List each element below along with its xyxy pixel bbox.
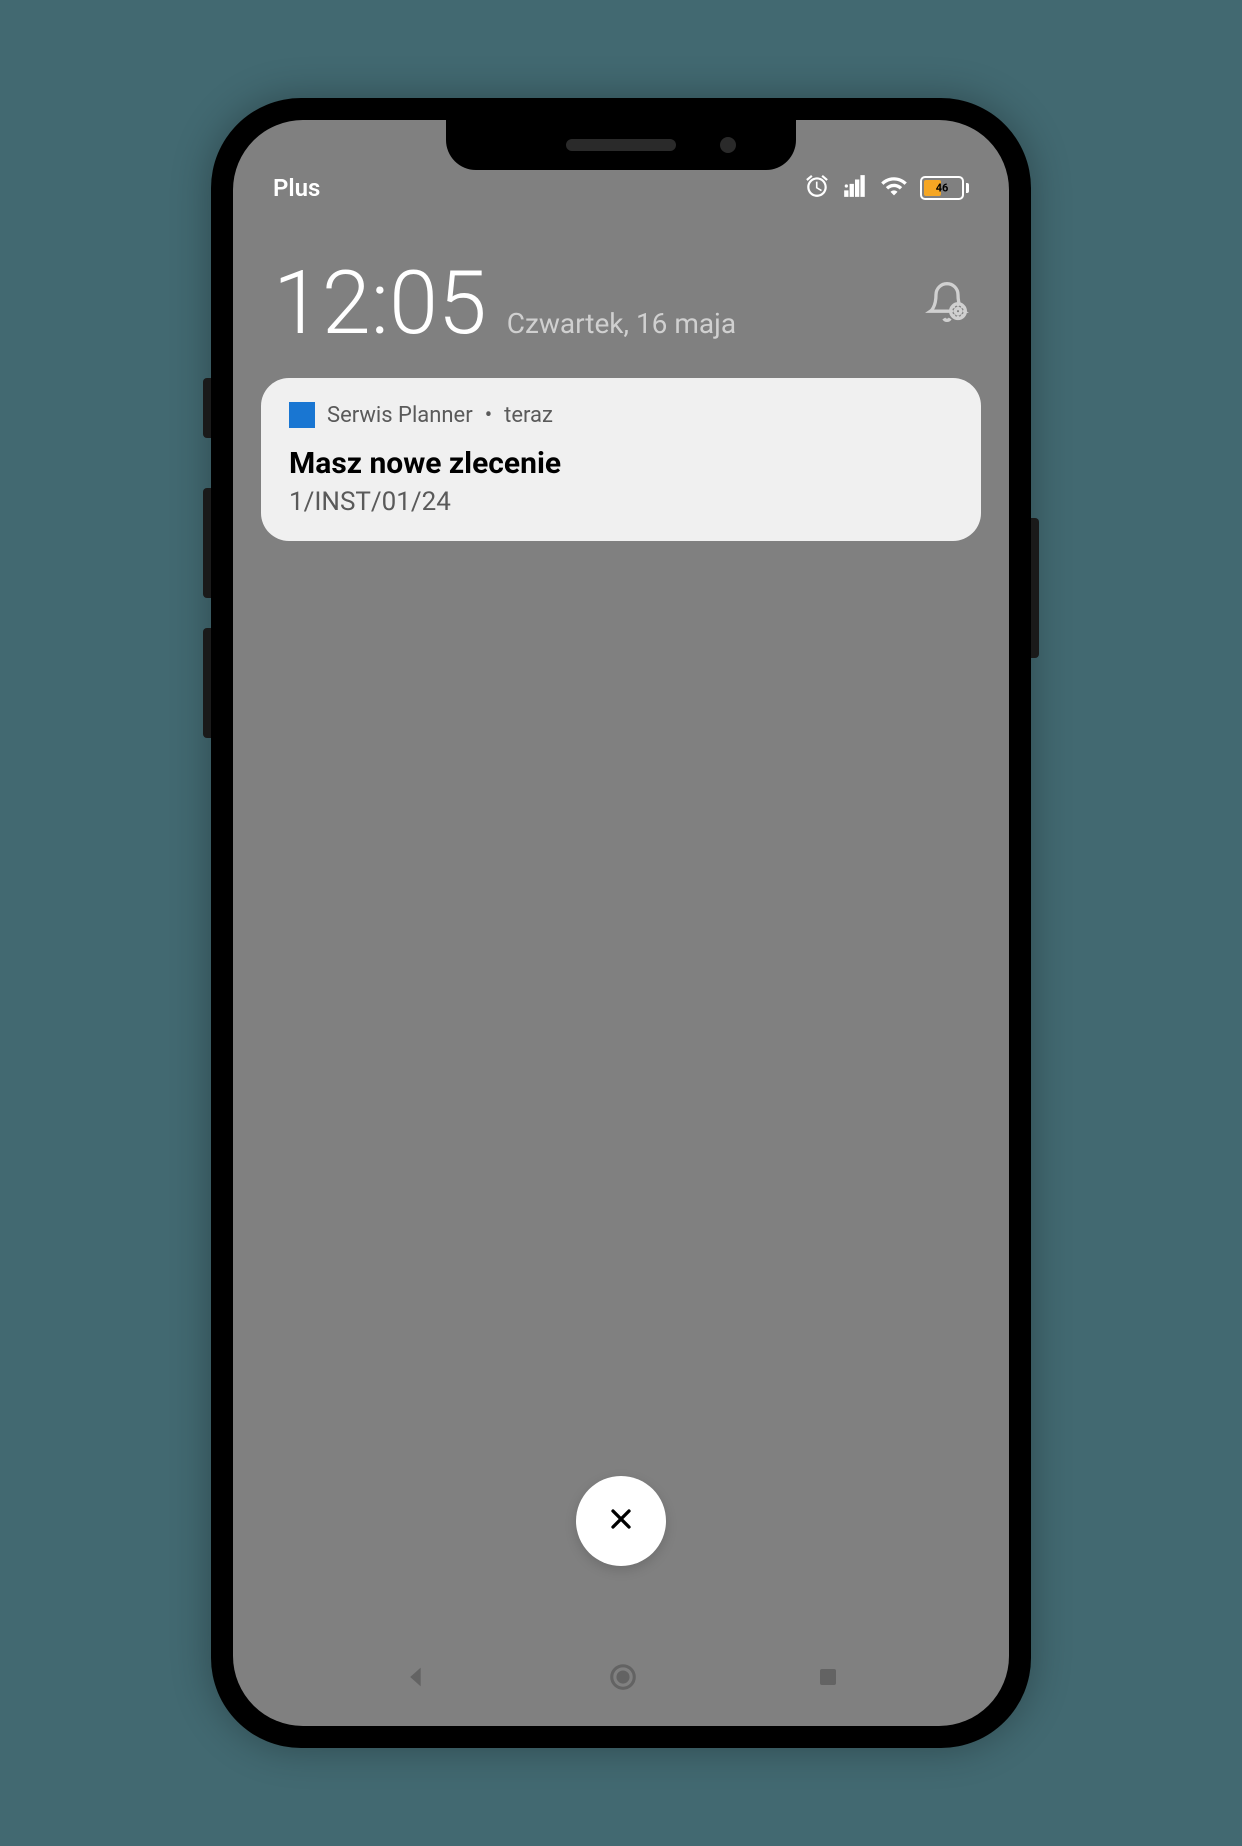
speaker-grille xyxy=(566,139,676,151)
status-icons: 46 xyxy=(804,172,969,204)
battery-icon: 46 xyxy=(920,176,969,200)
clock-time: 12:05 xyxy=(273,260,487,348)
phone-frame: Plus 46 xyxy=(211,98,1031,1748)
notification-body: 1/INST/01/24 xyxy=(289,487,953,517)
screen: Plus 46 xyxy=(233,120,1009,1726)
clock-date-group: 12:05 Czwartek, 16 maja xyxy=(273,260,736,348)
navigation-bar xyxy=(233,1662,1009,1696)
notification-card[interactable]: Serwis Planner • teraz Masz nowe zleceni… xyxy=(261,378,981,541)
app-name: Serwis Planner xyxy=(327,403,473,428)
separator: • xyxy=(485,403,492,428)
clock-row: 12:05 Czwartek, 16 maja xyxy=(233,220,1009,378)
battery-level: 46 xyxy=(936,181,949,194)
notification-title: Masz nowe zlecenie xyxy=(289,446,953,481)
recents-button[interactable] xyxy=(816,1665,840,1693)
home-button[interactable] xyxy=(608,1662,638,1696)
notification-header: Serwis Planner • teraz xyxy=(289,402,953,428)
dismiss-notifications-button[interactable] xyxy=(576,1476,666,1566)
clock-date: Czwartek, 16 maja xyxy=(507,307,736,340)
volume-up-button xyxy=(203,488,211,598)
volume-down-button xyxy=(203,628,211,738)
back-button[interactable] xyxy=(402,1663,430,1695)
app-icon xyxy=(289,402,315,428)
alarm-icon xyxy=(804,173,830,203)
notification-time: teraz xyxy=(504,403,553,428)
close-icon xyxy=(605,1503,637,1539)
notch xyxy=(446,120,796,170)
wifi-icon xyxy=(880,172,908,204)
carrier-label: Plus xyxy=(273,174,320,202)
notification-settings-icon[interactable] xyxy=(925,280,969,328)
front-camera xyxy=(720,137,736,153)
signal-icon xyxy=(842,173,868,203)
mute-switch xyxy=(203,378,211,438)
power-button xyxy=(1031,518,1039,658)
